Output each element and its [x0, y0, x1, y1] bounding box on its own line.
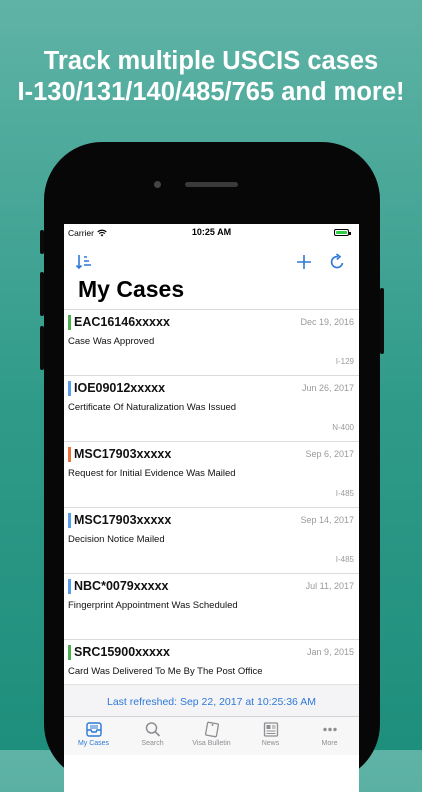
case-date: Jan 9, 2015	[306, 647, 354, 657]
case-date: Jun 26, 2017	[301, 383, 354, 393]
case-date: Jul 11, 2017	[305, 581, 354, 591]
sort-icon[interactable]	[74, 252, 94, 272]
case-status: Card Was Delivered To Me By The Post Off…	[68, 666, 263, 677]
earpiece-speaker	[185, 182, 238, 187]
refresh-footer: Last refreshed: Sep 22, 2017 at 10:25:36…	[64, 684, 359, 719]
volume-down-button	[40, 326, 44, 370]
tab-label: More	[321, 740, 338, 747]
mute-switch	[40, 230, 44, 254]
page-title: My Cases	[78, 276, 185, 302]
case-status: Fingerprint Appointment Was Scheduled	[68, 600, 238, 611]
status-color-bar	[68, 381, 71, 396]
last-refreshed-label: Last refreshed: Sep 22, 2017 at 10:25:36…	[107, 696, 316, 708]
app-screen: Carrier 10:25 AM My Cases EAC16146xxxxx …	[64, 224, 359, 792]
case-row[interactable]: NBC*0079xxxxx Jul 11, 2017 Fingerprint App…	[64, 574, 359, 640]
promo-line-2: I-130/131/140/485/765 and more!	[17, 78, 405, 106]
tab-visa-bulletin[interactable]: Visa Bulletin	[182, 717, 241, 755]
case-list: EAC16146xxxxx Dec 19, 2016 Case Was Approv…	[64, 310, 359, 706]
inbox-icon	[85, 722, 102, 737]
status-color-bar	[68, 513, 71, 528]
case-status: Request for Initial Evidence Was Mailed	[68, 468, 236, 479]
case-number: NBC*0079xxxxx	[74, 579, 169, 593]
phone-frame: Carrier 10:25 AM My Cases EAC16146xxxxx …	[40, 142, 384, 792]
promo-line-1: Track multiple USCIS cases	[43, 47, 379, 75]
promo-headline: Track multiple USCIS cases I-130/131/140…	[0, 46, 422, 108]
tab-label: Search	[141, 740, 164, 747]
status-color-bar	[68, 447, 71, 462]
status-color-bar	[68, 579, 71, 594]
tab-label: Visa Bulletin	[192, 740, 231, 747]
case-number: SRC15900xxxxx	[74, 645, 170, 659]
case-row[interactable]: IOE09012xxxxx Jun 26, 2017 Certificate Of …	[64, 376, 359, 442]
news-icon	[263, 722, 278, 737]
case-status: Case Was Approved	[68, 336, 155, 347]
status-color-bar	[68, 315, 71, 330]
case-row[interactable]: MSC17903xxxxx Sep 14, 2017 Decision Notice…	[64, 508, 359, 574]
case-form-type: I-485	[335, 489, 354, 498]
front-camera	[154, 181, 161, 188]
refresh-icon[interactable]	[327, 252, 347, 272]
volume-up-button	[40, 272, 44, 316]
more-icon	[322, 727, 337, 732]
status-time: 10:25 AM	[191, 227, 232, 237]
tab-more[interactable]: More	[300, 717, 359, 755]
case-form-type: I-485	[335, 555, 354, 564]
case-form-type: N-400	[332, 423, 354, 432]
tab-news[interactable]: News	[241, 717, 300, 755]
status-bar: Carrier 10:25 AM	[64, 224, 359, 242]
case-status: Certificate Of Naturalization Was Issued	[68, 402, 237, 413]
case-date: Dec 19, 2016	[300, 317, 354, 327]
case-row[interactable]: MSC17903xxxxx Sep 6, 2017 Request for Init…	[64, 442, 359, 508]
bulletin-icon	[204, 721, 219, 738]
tab-my-cases[interactable]: My Cases	[64, 717, 123, 755]
case-date: Sep 14, 2017	[300, 515, 354, 525]
case-number: IOE09012xxxxx	[74, 381, 166, 395]
tab-label: News	[261, 740, 280, 747]
search-icon	[145, 722, 160, 737]
case-status: Decision Notice Mailed	[68, 534, 165, 545]
tab-search[interactable]: Search	[123, 717, 182, 755]
case-number: EAC16146xxxxx	[74, 315, 170, 329]
case-date: Sep 6, 2017	[305, 449, 354, 459]
battery-icon	[334, 229, 351, 236]
plus-icon[interactable]	[294, 252, 314, 272]
case-number: MSC17903xxxxx	[74, 513, 172, 527]
tab-label: My Cases	[77, 740, 110, 747]
case-number: MSC17903xxxxx	[74, 447, 172, 461]
case-row[interactable]: EAC16146xxxxx Dec 19, 2016 Case Was Approv…	[64, 310, 359, 376]
power-button	[380, 288, 384, 354]
case-form-type: I-129	[335, 357, 354, 366]
status-color-bar	[68, 645, 71, 660]
tab-bar: My Cases Search Visa Bulletin News More	[64, 716, 359, 755]
